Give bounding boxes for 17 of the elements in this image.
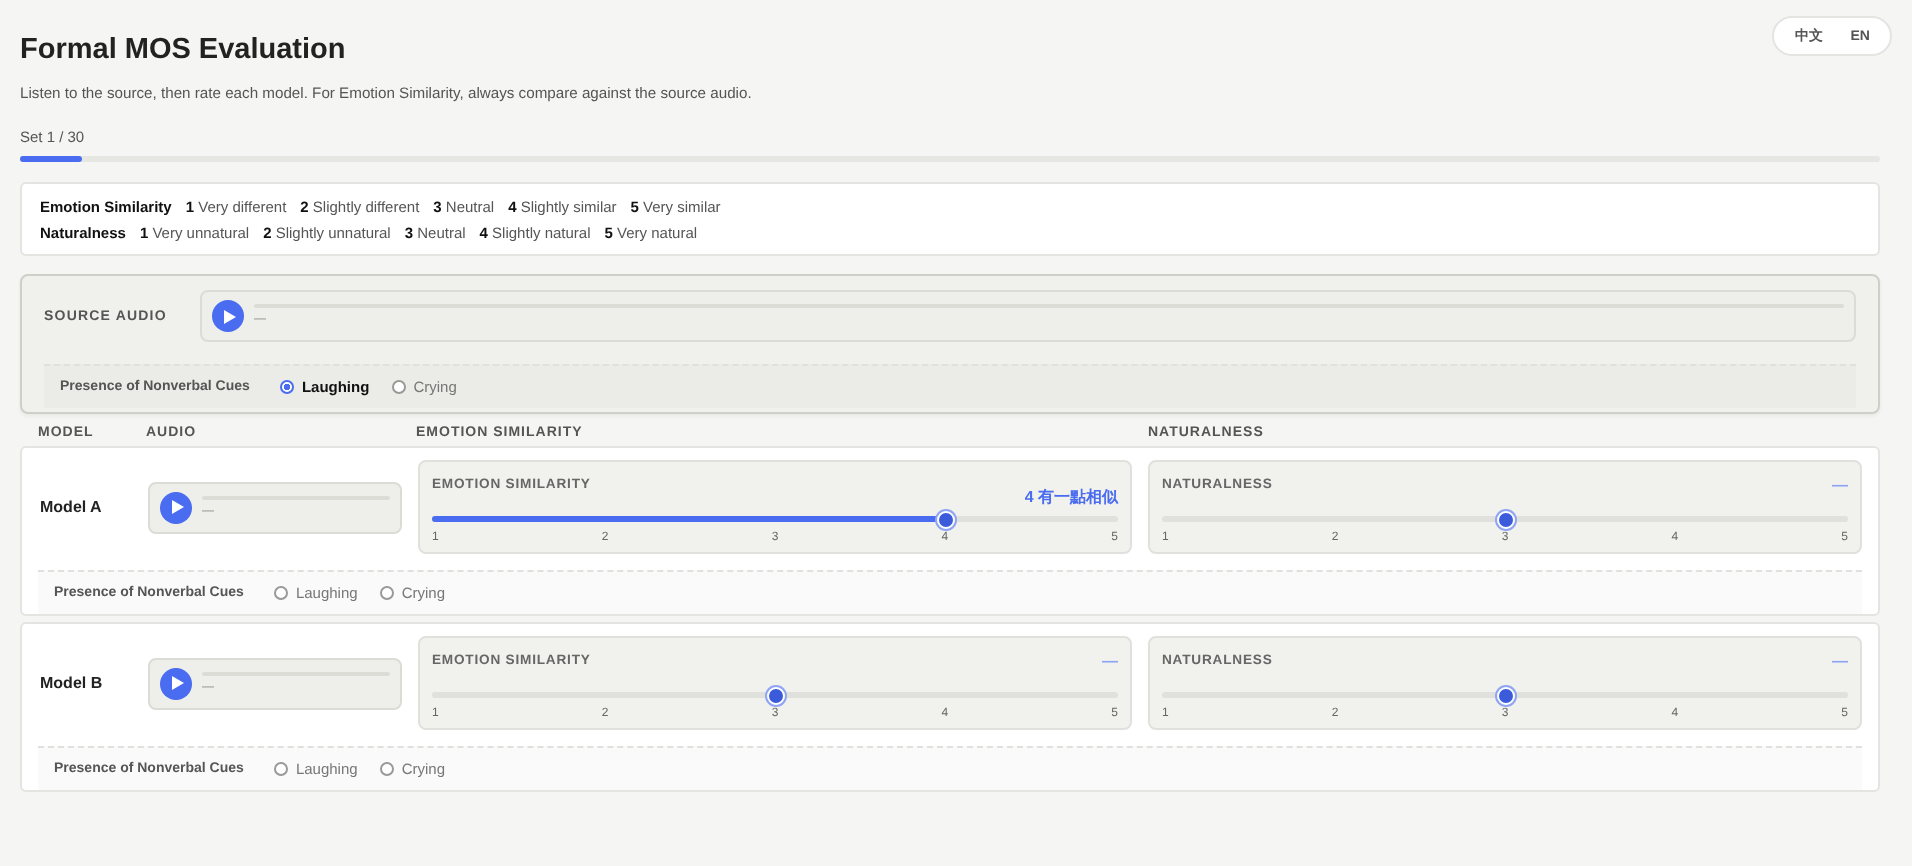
slider-thumb[interactable] (766, 686, 784, 704)
rating-reading: — (1832, 651, 1848, 669)
slider-thumb[interactable] (1496, 686, 1514, 704)
play-icon (224, 309, 236, 323)
model-name: Model A (40, 498, 104, 516)
play-button[interactable] (160, 491, 192, 523)
play-button[interactable] (160, 667, 192, 699)
slider-thumb[interactable] (1496, 510, 1514, 528)
slider-thumb[interactable] (937, 510, 956, 528)
play-icon (172, 500, 184, 514)
rating-reading: — (1832, 475, 1848, 493)
play-button[interactable] (212, 300, 244, 332)
play-icon (172, 676, 184, 690)
rating-reading: 4 有一點相似 (1024, 486, 1118, 508)
rating-reading: — (1102, 651, 1118, 669)
model-name: Model B (40, 674, 105, 692)
page-title: Formal MOS Evaluation (20, 34, 346, 66)
